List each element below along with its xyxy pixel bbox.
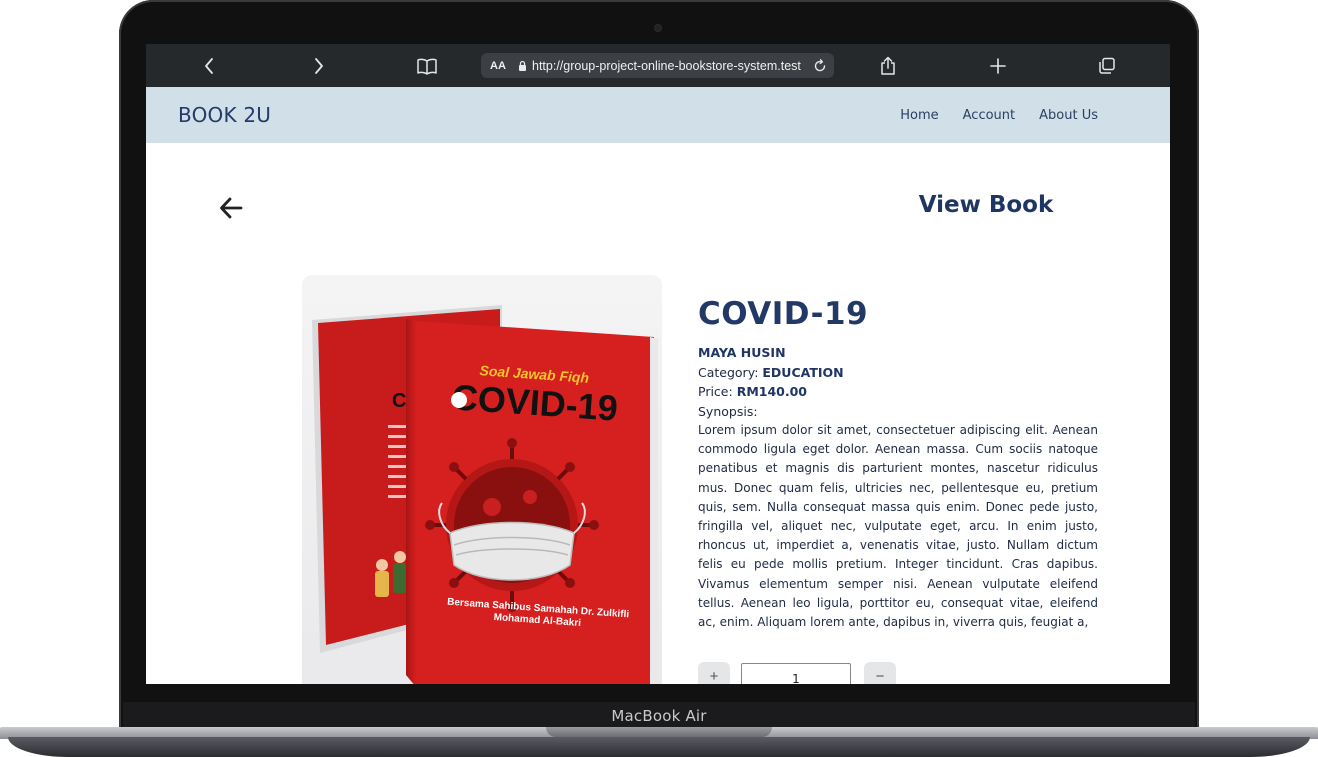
lock-icon (518, 59, 530, 73)
book-title: COVID-19 (698, 296, 869, 332)
nav-link-account[interactable]: Account (963, 108, 1016, 123)
category-value: EDUCATION (762, 364, 844, 380)
book-cover-image: CO Soal Jawab Fiqh COVID-19 (302, 275, 662, 684)
forward-icon[interactable] (308, 44, 330, 87)
decrement-button[interactable]: − (864, 662, 896, 684)
new-tab-icon[interactable] (988, 44, 1008, 87)
bookmarks-icon[interactable] (415, 44, 439, 87)
tabs-overview-icon[interactable] (1096, 44, 1118, 87)
quantity-input[interactable]: 1 (741, 663, 851, 684)
category-label: Category: (698, 364, 759, 380)
browser-toolbar: AA http://group-project-online-bookstore… (146, 44, 1170, 87)
url-text: http://group-project-online-bookstore-sy… (532, 58, 801, 73)
base-notch (546, 727, 772, 737)
increment-button[interactable]: + (698, 662, 730, 684)
brand-logo[interactable]: BOOK 2U (178, 87, 271, 143)
book-category-row: Category: EDUCATION (698, 363, 1098, 383)
nav-link-home[interactable]: Home (900, 108, 938, 123)
reload-icon[interactable] (813, 58, 827, 73)
book-author: MAYA HUSIN (698, 345, 786, 360)
text-size-button[interactable]: AA (490, 60, 512, 72)
camera (655, 25, 661, 31)
synopsis-label: Synopsis: (698, 403, 758, 419)
nav-link-about-us[interactable]: About Us (1039, 108, 1098, 123)
laptop-base (0, 727, 1318, 757)
page-title: View Book (918, 192, 1054, 218)
back-icon[interactable] (198, 44, 220, 87)
price-label: Price: (698, 384, 733, 399)
nav-links: Home Account About Us (900, 87, 1098, 143)
screen: AA http://group-project-online-bookstore… (146, 44, 1170, 684)
site-navbar: BOOK 2U Home Account About Us (146, 87, 1170, 143)
back-arrow-icon[interactable] (218, 195, 244, 221)
book-price-row: Price: RM140.00 (698, 382, 1098, 402)
book-details: COVID-19 MAYA HUSIN Category: EDUCATION … (698, 295, 1098, 632)
laptop-chin: MacBook Air (123, 702, 1195, 730)
device-label: MacBook Air (611, 707, 707, 725)
synopsis-text: Lorem ipsum dolor sit amet, consectetuer… (698, 423, 1098, 630)
price-value: RM140.00 (736, 384, 808, 399)
share-icon[interactable] (878, 44, 898, 87)
address-bar[interactable]: AA http://group-project-online-bookstore… (481, 53, 834, 78)
